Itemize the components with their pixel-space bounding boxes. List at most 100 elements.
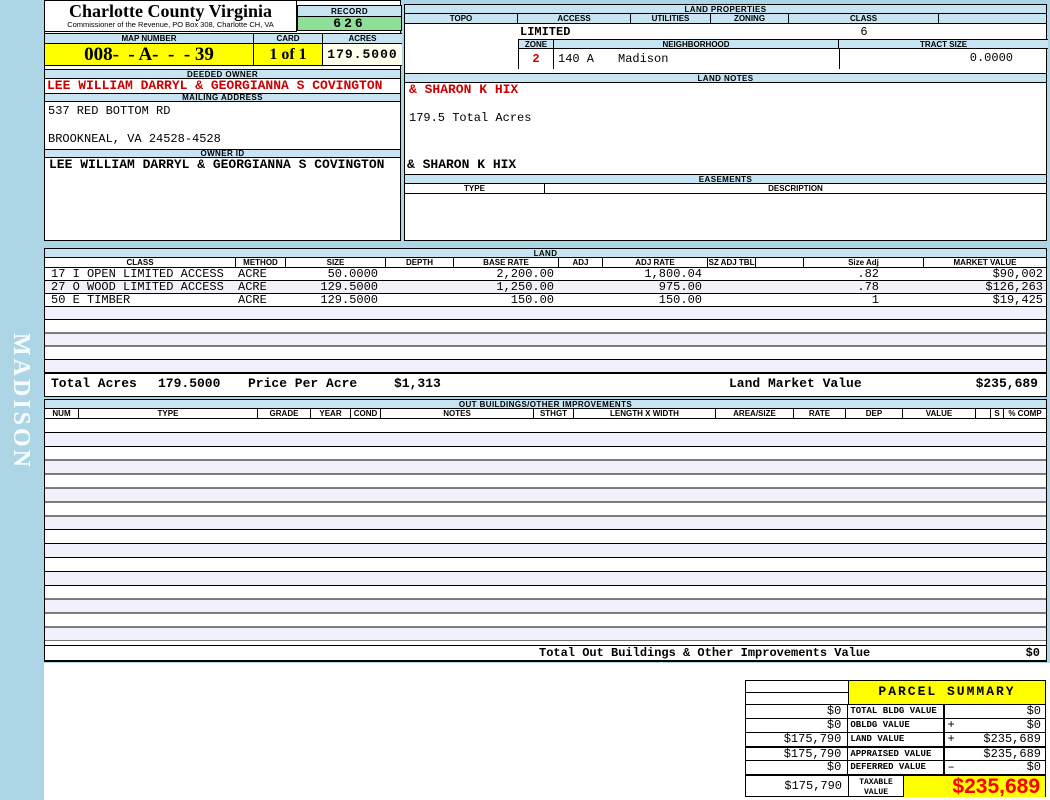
cell-adj-rate: 975.00 [658,281,702,293]
easement-description-label: DESCRIPTION [545,184,1046,193]
ps-label: APPRAISED VALUE [850,749,932,759]
owner-panel: Charlotte County Virginia Commissioner o… [44,0,402,241]
card-value: 1 of 1 [254,44,323,65]
ps-op: + [942,733,958,746]
col-access: ACCESS [518,14,631,23]
cell-size-adj: 1 [871,294,879,306]
ps-value: $0 [1026,760,1041,774]
owner-id-overflow: & SHARON K HIX [407,157,517,172]
out-buildings-title: OUT BUILDINGS/OTHER IMPROVEMENTS [44,399,1047,409]
parcel-summary-blank-cell [746,681,849,704]
ps-value: $0 [1026,718,1041,732]
ob-col-area-size: AREA/SIZE [716,409,794,418]
land-col-market-value: MARKET VALUE [924,258,1046,267]
land-col-adj: ADJ [559,258,603,267]
easements-header-row: TYPE DESCRIPTION [405,184,1046,194]
ps-value: $235,689 [983,732,1041,746]
total-acres-value: 179.5000 [158,376,221,391]
ps-left-value: $0 [746,705,849,718]
land-col-blank [756,258,804,267]
ps-op [942,748,958,760]
land-market-value: $235,689 [975,376,1038,391]
land-header-row: CLASS METHOD SIZE DEPTH BASE RATE ADJ AD… [45,258,1046,268]
cell-adj [559,281,603,293]
out-buildings-section: OUT BUILDINGS/OTHER IMPROVEMENTS NUM TYP… [44,399,1047,662]
land-col-sz-adj-tbl: SZ ADJ TBL [708,258,756,267]
neighborhood-code: 140 A [558,52,595,66]
ps-value: $235,689 [983,747,1041,761]
land-row-1: 17 I OPEN LIMITED ACCESS ACRE 50.0000 2,… [45,268,1046,281]
ps-taxable-left-value: $175,790 [746,776,849,797]
cell-blank [756,281,804,293]
ps-op [942,705,958,718]
ps-row-taxable: $175,790 TAXABLE VALUE $235,689 [746,774,1045,797]
cell-method: ACRE [238,294,267,306]
price-per-acre-label: Price Per Acre [248,376,358,391]
ps-left-value: $0 [746,719,849,732]
parcel-summary-title: PARCEL SUMMARY [849,681,1045,704]
deeded-owner-label: DEEDED OWNER [44,69,401,79]
ps-left-value: $0 [746,761,849,774]
cell-blank [756,268,804,280]
cell-adj-rate: 1,800.04 [644,268,702,280]
map-value-row: 008- - A- - - 39 1 of 1 179.5000 [45,44,402,66]
ob-col-pct-comp: % COMP [1004,409,1046,418]
ps-op: – [942,761,958,774]
ps-label: TOTAL BLDG VALUE [850,706,937,716]
cell-depth [386,281,454,293]
neighborhood-label: NEIGHBORHOOD [554,39,839,49]
record-value: 626 [297,17,402,31]
land-note-text: 179.5 Total Acres [409,111,532,125]
ps-taxable-label: TAXABLE VALUE [849,776,904,797]
ps-row-appraised: $175,790 APPRAISED VALUE $235,689 [746,746,1045,761]
cell-blank [756,294,804,306]
cell-size: 129.5000 [320,294,378,306]
mailing-address-label: MAILING ADDRESS [44,93,401,102]
out-buildings-header-row: NUM TYPE GRADE YEAR COND NOTES STHGT LEN… [45,409,1046,419]
mailing-address-line1: 537 RED BOTTOM RD [48,104,171,118]
access-value: LIMITED [520,25,571,39]
land-market-value-label: Land Market Value [729,376,862,391]
parcel-summary: PARCEL SUMMARY $0 TOTAL BLDG VALUE $0 $0… [745,680,1046,797]
total-acres-label: Total Acres [51,376,137,391]
cell-market-value: $19,425 [992,294,1043,306]
deeded-owner-overflow: & SHARON K HIX [409,82,519,97]
col-zoning: ZONING [711,14,789,23]
county-title: Charlotte County Virginia [68,1,272,21]
land-properties-panel: LAND PROPERTIES TOPO ACCESS UTILITIES ZO… [404,4,1048,241]
cell-adj-rate: 150.00 [658,294,702,306]
out-buildings-total-label: Total Out Buildings & Other Improvements… [539,646,871,660]
cell-sz-adj-tbl [708,294,756,306]
tract-size-value: 0.0000 [969,51,1013,65]
cell-depth [386,294,454,306]
land-col-base-rate: BASE RATE [454,258,559,267]
mailing-address-line2: BROOKNEAL, VA 24528-4528 [48,132,221,146]
commissioner-subtitle: Commissioner of the Revenue, PO Box 308,… [67,20,274,29]
ps-value: $0 [1026,704,1041,718]
land-section: LAND CLASS METHOD SIZE DEPTH BASE RATE A… [44,248,1047,397]
cell-size: 129.5000 [320,281,378,293]
deeded-owner-value: LEE WILLIAM DARRYL & GEORGIANNA S COVING… [47,80,383,93]
cell-base-rate: 150.00 [510,294,554,306]
cell-market-value: $126,263 [985,281,1043,293]
easements-title: EASEMENTS [404,174,1047,184]
cell-class: 17 I OPEN LIMITED ACCESS [51,268,224,280]
map-header-row: MAP NUMBER CARD ACRES [45,33,402,44]
ob-col-length-width: LENGTH X WIDTH [574,409,716,418]
zone-value-cell: 2 [518,49,554,69]
county-title-block: Charlotte County Virginia Commissioner o… [45,1,297,32]
district-watermark: MADISON [8,333,34,471]
ps-row-obldg: $0 OBLDG VALUE + $0 [746,718,1045,732]
out-buildings-empty-rows [45,419,1046,641]
ps-label: OBLDG VALUE [850,720,910,730]
land-col-depth: DEPTH [386,258,454,267]
record-block: RECORD 626 [297,5,402,31]
map-number-value: 008- - A- - - 39 [45,44,254,65]
ob-col-cond: COND [351,409,381,418]
cell-size: 50.0000 [327,268,378,280]
land-row-3: 50 E TIMBER ACRE 129.5000 150.00 150.00 … [45,294,1046,307]
land-totals-row: Total Acres 179.5000 Price Per Acre $1,3… [45,373,1046,395]
class-value: 6 [860,25,868,39]
cell-method: ACRE [238,268,267,280]
cell-base-rate: 1,250.00 [496,281,554,293]
